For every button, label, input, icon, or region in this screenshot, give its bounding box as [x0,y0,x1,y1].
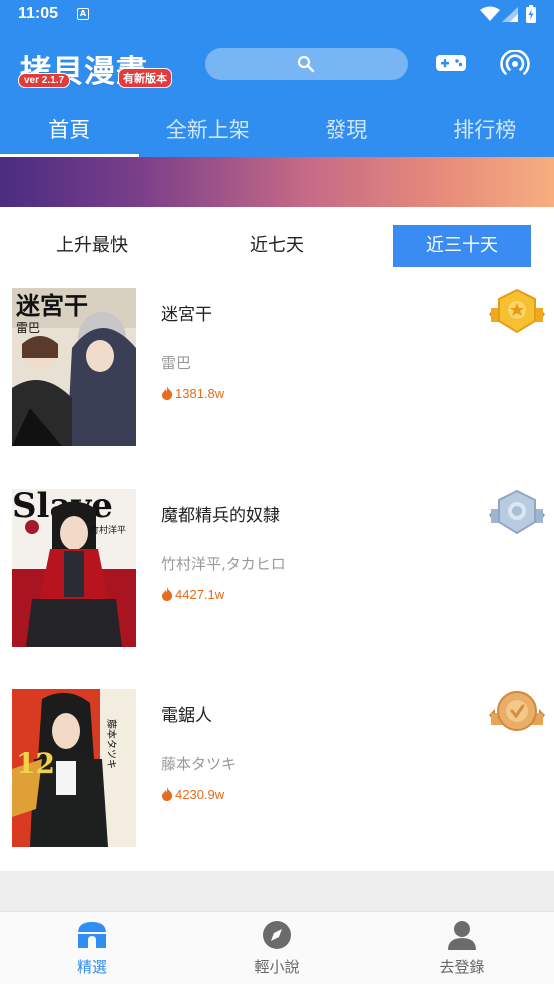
period-tabs: 上升最快 近七天 近三十天 [0,225,554,269]
comic-cover[interactable]: 迷宮干 雷巴 [12,288,136,446]
compass-icon [263,921,291,949]
ranking-item[interactable]: 迷宮干 雷巴 迷宮干 雷巴 1381.8w [0,288,554,448]
home-icon [78,922,106,948]
comic-title[interactable]: 電鋸人 [161,701,212,726]
broadcast-icon[interactable] [500,50,530,80]
period-tab-30days[interactable]: 近三十天 [393,225,531,267]
main-tabs: 首頁 全新上架 發現 排行榜 [0,100,554,157]
tab-home[interactable]: 首頁 [0,100,139,157]
status-time: 11:05 [18,5,59,22]
comic-author: 竹村洋平,タカヒロ [161,555,286,573]
heat-value: 4230.9w [175,787,225,802]
period-tab-rising[interactable]: 上升最快 [23,225,161,267]
comic-title[interactable]: 魔都精兵的奴隸 [161,501,280,526]
version-badge: ver 2.1.7 [18,73,71,88]
cover-author-text: 藤本タツキ [105,719,118,769]
comic-cover[interactable]: Slave 竹村洋平 [12,489,136,647]
nav-featured-label: 精選 [76,958,107,976]
cover-title-text: 迷宮干 [16,292,88,320]
wifi-icon [480,6,500,21]
heat-count: 4230.9w [161,787,224,802]
bronze-medal-icon [489,691,545,731]
signal-icon [502,7,518,22]
comic-author: 雷巴 [161,354,192,372]
cover-author-text: 竹村洋平 [90,524,126,536]
bottom-nav: 精選 輕小說 去登錄 [0,911,554,984]
heat-count: 4427.1w [161,587,224,602]
silver-medal-icon [489,489,545,535]
top-bar: 11:05 A 拷貝漫畫 ver 2.1.7 有新版本 首頁 全新上架 發現 排… [0,0,554,157]
period-tab-7days[interactable]: 近七天 [208,225,346,267]
comic-author: 藤本タツキ [161,755,237,773]
flame-icon [162,587,173,601]
a-icon: A [77,8,89,20]
nav-featured[interactable]: 精選 [32,920,152,977]
ranking-item[interactable]: Slave 竹村洋平 魔都精兵的奴隸 竹村洋平,タカヒロ 4427.1w [0,489,554,649]
battery-icon [526,5,536,23]
search-bar[interactable] [205,48,408,80]
tab-ranking[interactable]: 排行榜 [416,100,554,157]
app-bar: 拷貝漫畫 ver 2.1.7 有新版本 [0,40,554,92]
comic-cover[interactable]: 12 藤本タツキ [12,689,136,847]
gamepad-icon[interactable] [435,52,467,74]
cover-author-text: 雷巴 [16,321,40,335]
banner-strip[interactable] [0,157,554,207]
section-divider [0,871,554,911]
cover-title-text: 12 [16,747,55,780]
nav-login[interactable]: 去登錄 [402,920,522,977]
nav-login-label: 去登錄 [439,958,485,976]
status-bar: 11:05 A [0,0,554,30]
nav-light-novel[interactable]: 輕小說 [217,920,337,977]
gold-medal-icon [489,288,545,334]
ranking-item[interactable]: 12 藤本タツキ 電鋸人 藤本タツキ 4230.9w [0,689,554,849]
tab-discover[interactable]: 發現 [277,100,416,157]
new-version-badge[interactable]: 有新版本 [118,68,172,88]
flame-icon [162,386,173,400]
search-icon [297,55,315,73]
tab-new-arrivals[interactable]: 全新上架 [139,100,278,157]
heat-value: 4427.1w [175,587,225,602]
heat-count: 1381.8w [161,386,224,401]
nav-light-novel-label: 輕小說 [254,958,300,976]
flame-icon [162,787,173,801]
heat-value: 1381.8w [175,386,225,401]
comic-title[interactable]: 迷宮干 [161,300,212,325]
user-icon [448,921,476,950]
